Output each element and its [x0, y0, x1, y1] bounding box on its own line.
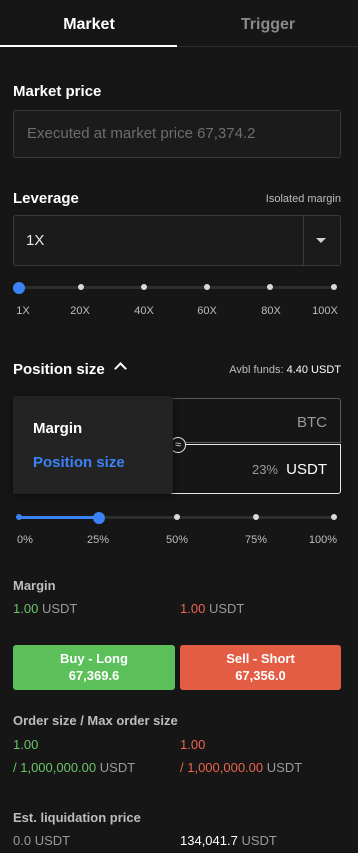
dropdown-item-margin[interactable]: Margin [33, 420, 82, 437]
leverage-value: 1X [26, 232, 45, 249]
margin-short-value: 1.00 [180, 601, 206, 616]
order-size-short-max: / 1,000,000.00 USDT [180, 760, 302, 775]
size-slider-stop[interactable] [174, 514, 180, 520]
leverage-title: Leverage [13, 190, 79, 207]
margin-short-unit: USDT [208, 601, 245, 616]
usdt-unit-label: USDT [286, 461, 327, 478]
market-price-field: Executed at market price 67,374.2 [13, 110, 341, 158]
liquidation-title: Est. liquidation price [13, 810, 141, 825]
margin-title: Margin [13, 578, 56, 593]
buy-long-price: 67,369.6 [68, 668, 120, 683]
leverage-slider-stop[interactable] [331, 284, 337, 290]
size-slider-fill [19, 516, 99, 519]
size-tick-label: 75% [244, 534, 268, 546]
order-size-long-max: / 1,000,000.00 USDT [13, 760, 135, 775]
buy-long-label: Buy - Long [60, 651, 128, 666]
buy-long-button[interactable]: Buy - Long 67,369.6 [13, 645, 175, 690]
available-funds-value: 4.40 USDT [286, 364, 341, 376]
btc-unit-label: BTC [297, 414, 327, 431]
usdt-percent: 23% [251, 462, 278, 477]
leverage-select-divider [303, 216, 304, 265]
order-size-long-max-value: / 1,000,000.00 [13, 760, 97, 775]
position-size-dropdown: Margin Position size [13, 396, 173, 494]
dropdown-item-position-size[interactable]: Position size [33, 454, 125, 471]
sell-short-label: Sell - Short [226, 651, 295, 666]
size-tick-label: 25% [86, 534, 110, 546]
market-price-placeholder: Executed at market price 67,374.2 [27, 125, 256, 142]
order-size-long-unit: USDT [99, 760, 136, 775]
position-size-title[interactable]: Position size [13, 361, 105, 378]
margin-long-value: 1.00 [13, 601, 39, 616]
order-size-title: Order size / Max order size [13, 713, 178, 728]
liquidation-short: 134,041.7 USDT [180, 833, 277, 848]
leverage-tick-label: 1X [16, 305, 30, 317]
leverage-tick-label: 100X [312, 305, 338, 317]
leverage-slider-stop[interactable] [267, 284, 273, 290]
margin-long: 1.00 USDT [13, 601, 77, 616]
sell-short-button[interactable]: Sell - Short 67,356.0 [180, 645, 341, 690]
market-price-title: Market price [13, 83, 102, 100]
leverage-slider-stop[interactable] [141, 284, 147, 290]
size-slider-stop[interactable] [16, 514, 22, 520]
available-funds-label: Avbl funds: [229, 364, 284, 376]
leverage-slider-stop[interactable] [78, 284, 84, 290]
size-tick-label: 0% [17, 534, 33, 546]
order-size-long-value: 1.00 [13, 737, 39, 752]
size-tick-label: 100% [308, 534, 338, 546]
liquidation-long: 0.0 USDT [13, 833, 70, 848]
order-size-short-max-value: / 1,000,000.00 [180, 760, 264, 775]
order-size-short-unit: USDT [266, 760, 303, 775]
liquidation-short-unit: USDT [241, 833, 277, 848]
tab-trigger[interactable]: Trigger [178, 0, 358, 46]
available-funds: Avbl funds: 4.40 USDT [229, 364, 341, 376]
leverage-tick-label: 40X [134, 305, 154, 317]
margin-long-unit: USDT [41, 601, 78, 616]
liquidation-long-unit: USDT [34, 833, 71, 848]
tab-market[interactable]: Market [0, 0, 178, 46]
leverage-slider-thumb[interactable] [13, 282, 25, 294]
leverage-slider-track[interactable] [19, 286, 337, 289]
margin-short: 1.00 USDT [180, 601, 244, 616]
order-size-short-value: 1.00 [180, 737, 206, 752]
size-tick-label: 50% [165, 534, 189, 546]
size-slider-thumb[interactable] [92, 512, 105, 524]
leverage-select[interactable]: 1X [13, 215, 341, 266]
leverage-tick-label: 80X [261, 305, 281, 317]
liquidation-short-value: 134,041.7 [180, 833, 238, 848]
chevron-up-icon[interactable] [114, 362, 127, 375]
leverage-slider-stop[interactable] [204, 284, 210, 290]
leverage-tick-label: 20X [70, 305, 90, 317]
chevron-down-icon[interactable] [316, 238, 326, 243]
size-slider-stop[interactable] [253, 514, 259, 520]
margin-mode-label[interactable]: Isolated margin [266, 193, 341, 205]
sell-short-price: 67,356.0 [235, 668, 286, 683]
liquidation-long-value: 0.0 [13, 833, 32, 848]
tab-active-indicator [0, 45, 177, 47]
size-slider-stop[interactable] [331, 514, 337, 520]
leverage-tick-label: 60X [197, 305, 217, 317]
